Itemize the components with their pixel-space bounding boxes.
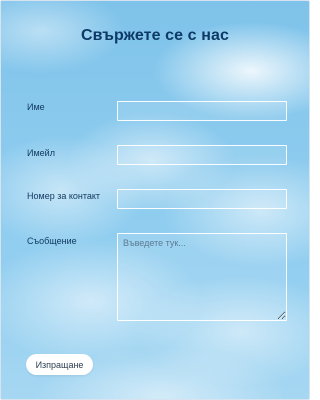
email-input[interactable] xyxy=(117,145,287,165)
message-textarea[interactable] xyxy=(117,233,287,321)
message-label: Съобщение xyxy=(27,236,77,246)
phone-label: Номер за контакт xyxy=(27,191,101,201)
form-title: Свържете се с нас xyxy=(81,27,229,44)
phone-input[interactable] xyxy=(117,189,287,209)
email-label: Имейл xyxy=(27,148,55,158)
contact-form: Свържете се с нас Име Имейл Номер за кон… xyxy=(0,0,310,400)
name-label: Име xyxy=(27,102,45,112)
submit-button[interactable]: Изпращане xyxy=(26,354,93,375)
name-input[interactable] xyxy=(117,101,287,121)
